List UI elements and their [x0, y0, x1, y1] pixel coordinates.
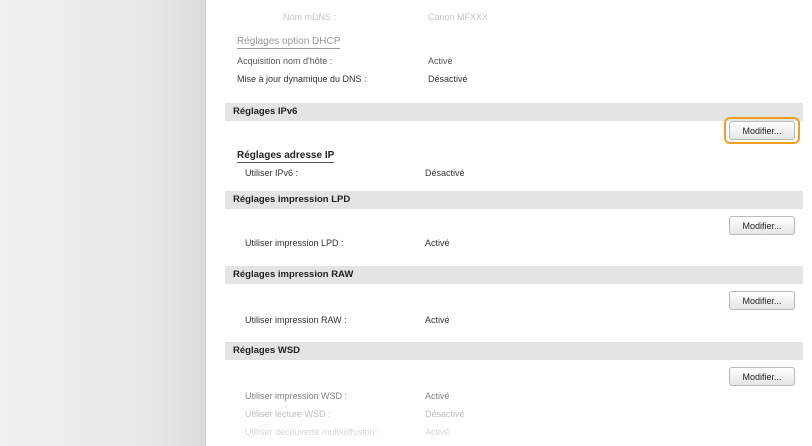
- wsd-multicast-label: Utiliser découverte multidiffusion :: [245, 427, 380, 437]
- wsd-read-value: Désactivé: [425, 409, 465, 419]
- wsd-section-header: Réglages WSD: [225, 342, 803, 360]
- hostname-label: Acquisition nom d'hôte :: [237, 56, 333, 66]
- wsd-multicast-value: Activé: [425, 427, 450, 437]
- main-content: Nom mDNS : Canon MFXXX Réglages option D…: [225, 0, 803, 446]
- ddns-value: Désactivé: [428, 74, 468, 84]
- ipv6-section-header: Réglages IPv6: [225, 103, 803, 121]
- ddns-label: Mise à jour dynamique du DNS :: [237, 74, 367, 84]
- lpd-section-header: Réglages impression LPD: [225, 191, 803, 209]
- dhcp-heading: Réglages option DHCP: [237, 36, 341, 49]
- mdns-label: Nom mDNS :: [283, 12, 337, 22]
- ipv6-use-label: Utiliser IPv6 :: [245, 168, 299, 178]
- raw-use-label: Utiliser impression RAW :: [245, 315, 347, 325]
- wsd-modify-button[interactable]: Modifier...: [729, 367, 795, 386]
- ip-address-heading: Réglages adresse IP: [237, 150, 335, 163]
- ipv6-modify-button[interactable]: Modifier...: [729, 121, 795, 140]
- raw-use-value: Activé: [425, 315, 450, 325]
- mdns-value: Canon MFXXX: [428, 12, 489, 22]
- ipv6-use-value: Désactivé: [425, 168, 465, 178]
- wsd-print-label: Utiliser impression WSD :: [245, 391, 348, 401]
- wsd-print-value: Activé: [425, 391, 450, 401]
- lpd-modify-button[interactable]: Modifier...: [729, 216, 795, 235]
- raw-modify-button[interactable]: Modifier...: [729, 291, 795, 310]
- hostname-value: Activé: [428, 56, 453, 66]
- sidebar: [0, 0, 206, 446]
- lpd-use-value: Activé: [425, 238, 450, 248]
- screen: Nom mDNS : Canon MFXXX Réglages option D…: [0, 0, 812, 446]
- lpd-use-label: Utiliser impression LPD :: [245, 238, 344, 248]
- wsd-read-label: Utiliser lecture WSD :: [245, 409, 331, 419]
- raw-section-header: Réglages impression RAW: [225, 266, 803, 284]
